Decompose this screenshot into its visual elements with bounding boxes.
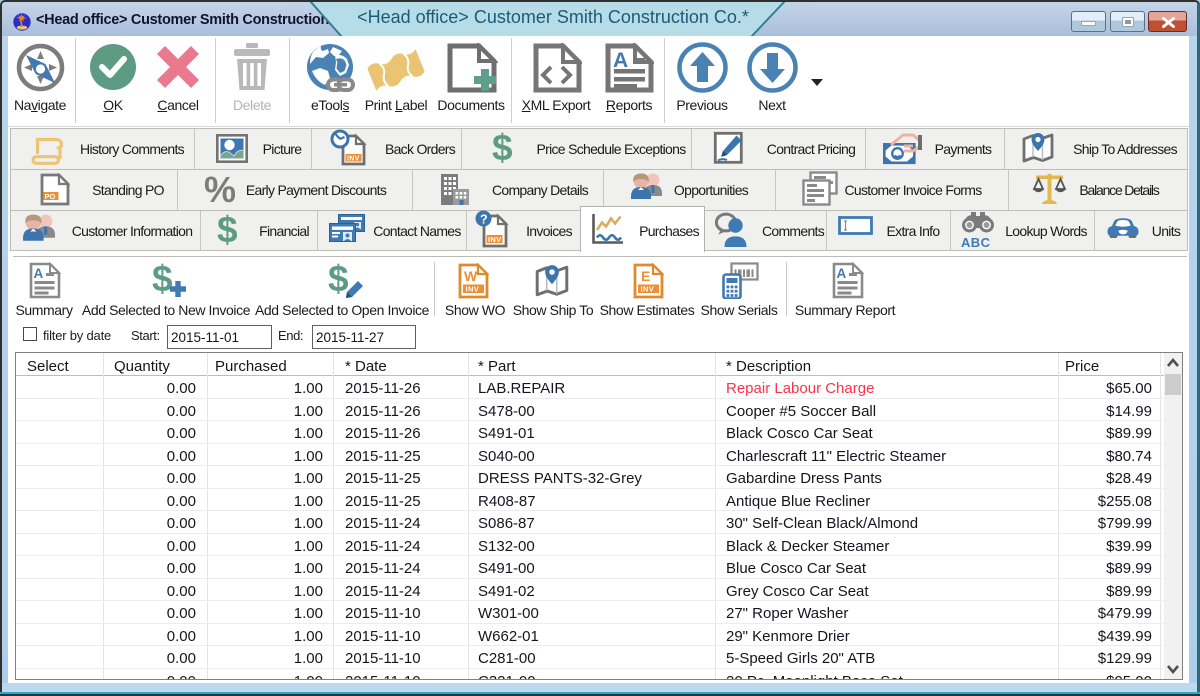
svg-text:A: A <box>613 49 628 72</box>
svg-text:INV: INV <box>488 235 501 244</box>
svg-text:?: ? <box>480 213 488 227</box>
svg-text:E: E <box>641 268 650 284</box>
svg-text:W: W <box>464 268 478 284</box>
svg-text:INV: INV <box>641 285 655 294</box>
svg-text:A: A <box>34 266 44 281</box>
svg-text:ABC: ABC <box>961 235 991 248</box>
svg-text:A: A <box>837 266 847 281</box>
svg-text:PO: PO <box>45 192 56 201</box>
svg-text:INV: INV <box>347 156 360 163</box>
svg-text:INV: INV <box>466 285 480 294</box>
